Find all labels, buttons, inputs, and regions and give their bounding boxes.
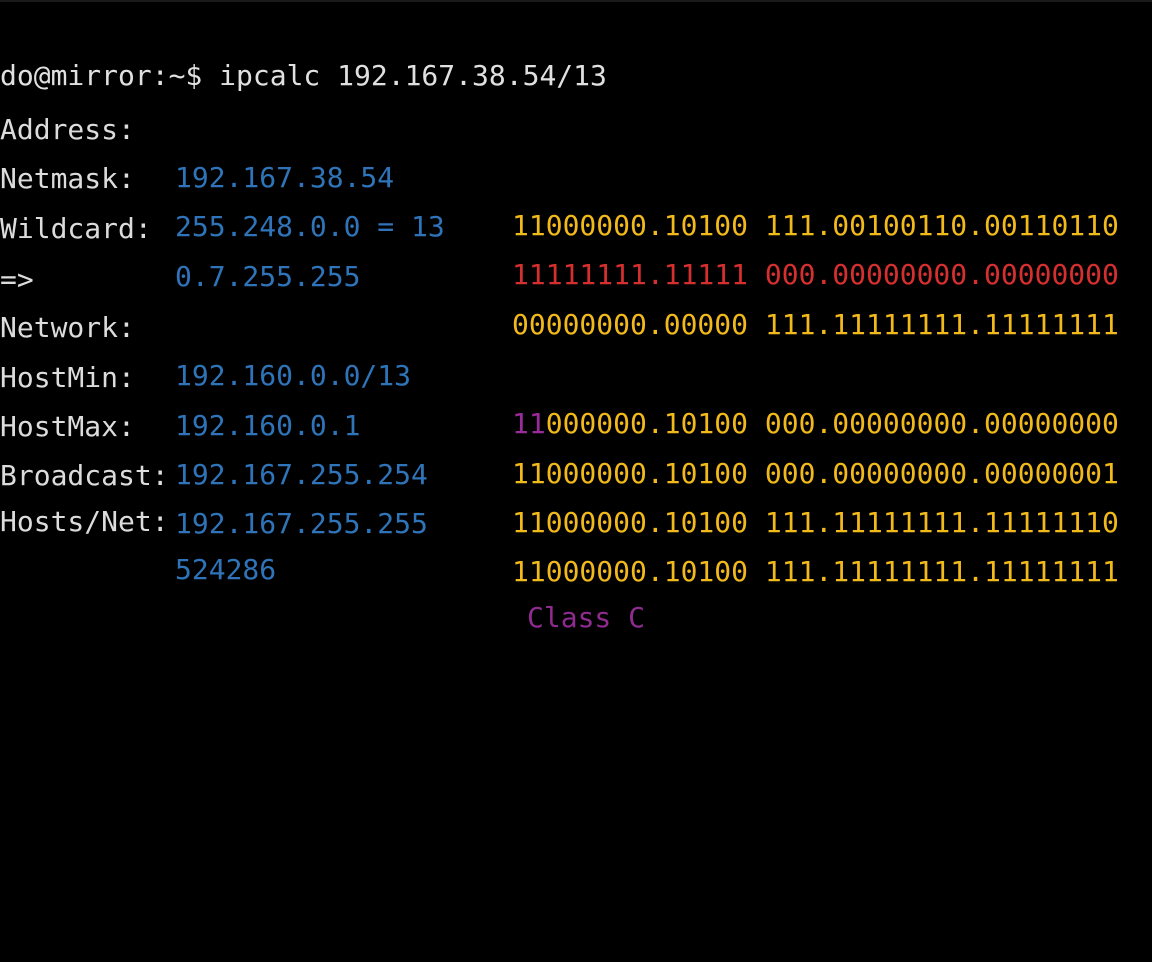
hosts-row: Hosts/Net: 524286 Class C <box>0 450 1152 634</box>
hosts-label: Hosts/Net: <box>0 505 169 538</box>
arrow-row: => <box>0 208 1152 296</box>
prompt-line: do@mirror:~$ ipcalc 192.167.38.54/13 <box>0 4 1152 92</box>
wildcard-row: Wildcard: 0.7.255.255 00000000.00000 111… <box>0 157 1152 341</box>
hostmax-row: HostMax: 192.167.255.254 11000000.10100 … <box>0 355 1152 539</box>
broadcast-value: 192.167.255.255 <box>175 507 428 540</box>
network-row: Network: 192.160.0.0/13 11000000.10100 0… <box>0 256 1152 440</box>
hosts-value: 524286 <box>175 553 277 586</box>
hostmax-binary: 11000000.10100 111.11111111.11111110 <box>512 506 1119 539</box>
address-row: Address: 192.167.38.54 11000000.10100 11… <box>0 58 1152 242</box>
broadcast-row: Broadcast: 192.167.255.255 11000000.1010… <box>0 404 1152 588</box>
hostmin-row: HostMin: 192.160.0.1 11000000.10100 000.… <box>0 306 1152 490</box>
terminal-window[interactable]: do@mirror:~$ ipcalc 192.167.38.54/13 Add… <box>0 0 1152 634</box>
class-badge: Class C <box>527 601 646 634</box>
broadcast-binary: 11000000.10100 111.11111111.11111111 <box>512 555 1119 588</box>
netmask-row: Netmask: 255.248.0.0 = 13 11111111.11111… <box>0 107 1152 291</box>
